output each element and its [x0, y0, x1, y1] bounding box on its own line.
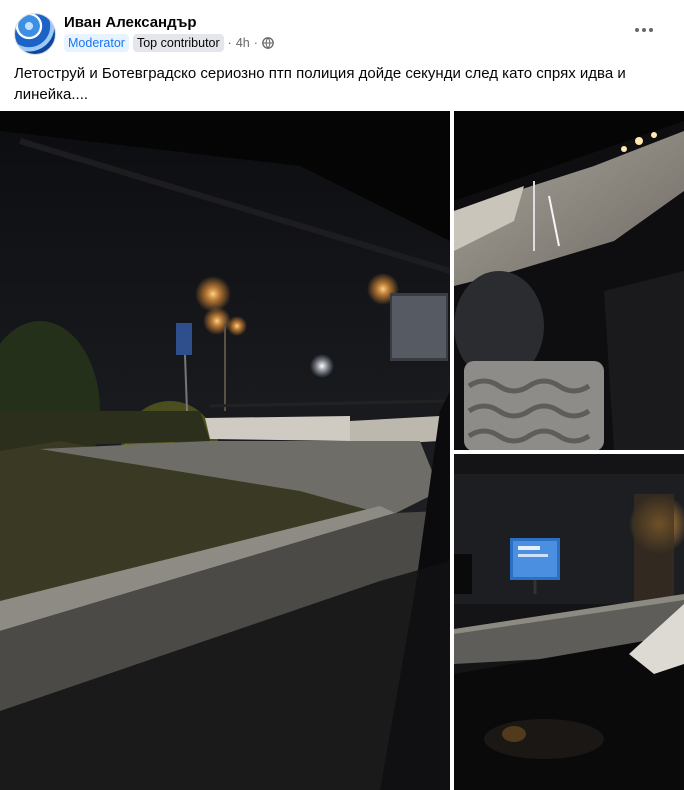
- photo-car-interior[interactable]: [454, 111, 684, 450]
- more-horizontal-icon: [635, 28, 639, 32]
- post-time[interactable]: 4h: [236, 36, 250, 50]
- photo-night-street[interactable]: [0, 111, 450, 790]
- post-text: Летоструй и Ботевградско сериозно птп по…: [14, 65, 626, 103]
- meta-separator-2: ·: [253, 36, 258, 50]
- moderator-badge[interactable]: Moderator: [64, 34, 129, 52]
- top-contributor-badge[interactable]: Top contributor: [132, 34, 224, 52]
- more-options-button[interactable]: [630, 20, 658, 40]
- post-meta: Moderator Top contributor · 4h ·: [64, 34, 274, 52]
- feed-post: Иван Александър Moderator Top contributo…: [0, 0, 684, 790]
- photo-grid: [0, 111, 684, 790]
- meta-separator: ·: [227, 36, 232, 50]
- author-avatar[interactable]: [14, 13, 56, 55]
- author-name[interactable]: Иван Александър: [64, 14, 197, 31]
- globe-icon[interactable]: [262, 37, 274, 49]
- photo-billboard-road[interactable]: [454, 454, 684, 790]
